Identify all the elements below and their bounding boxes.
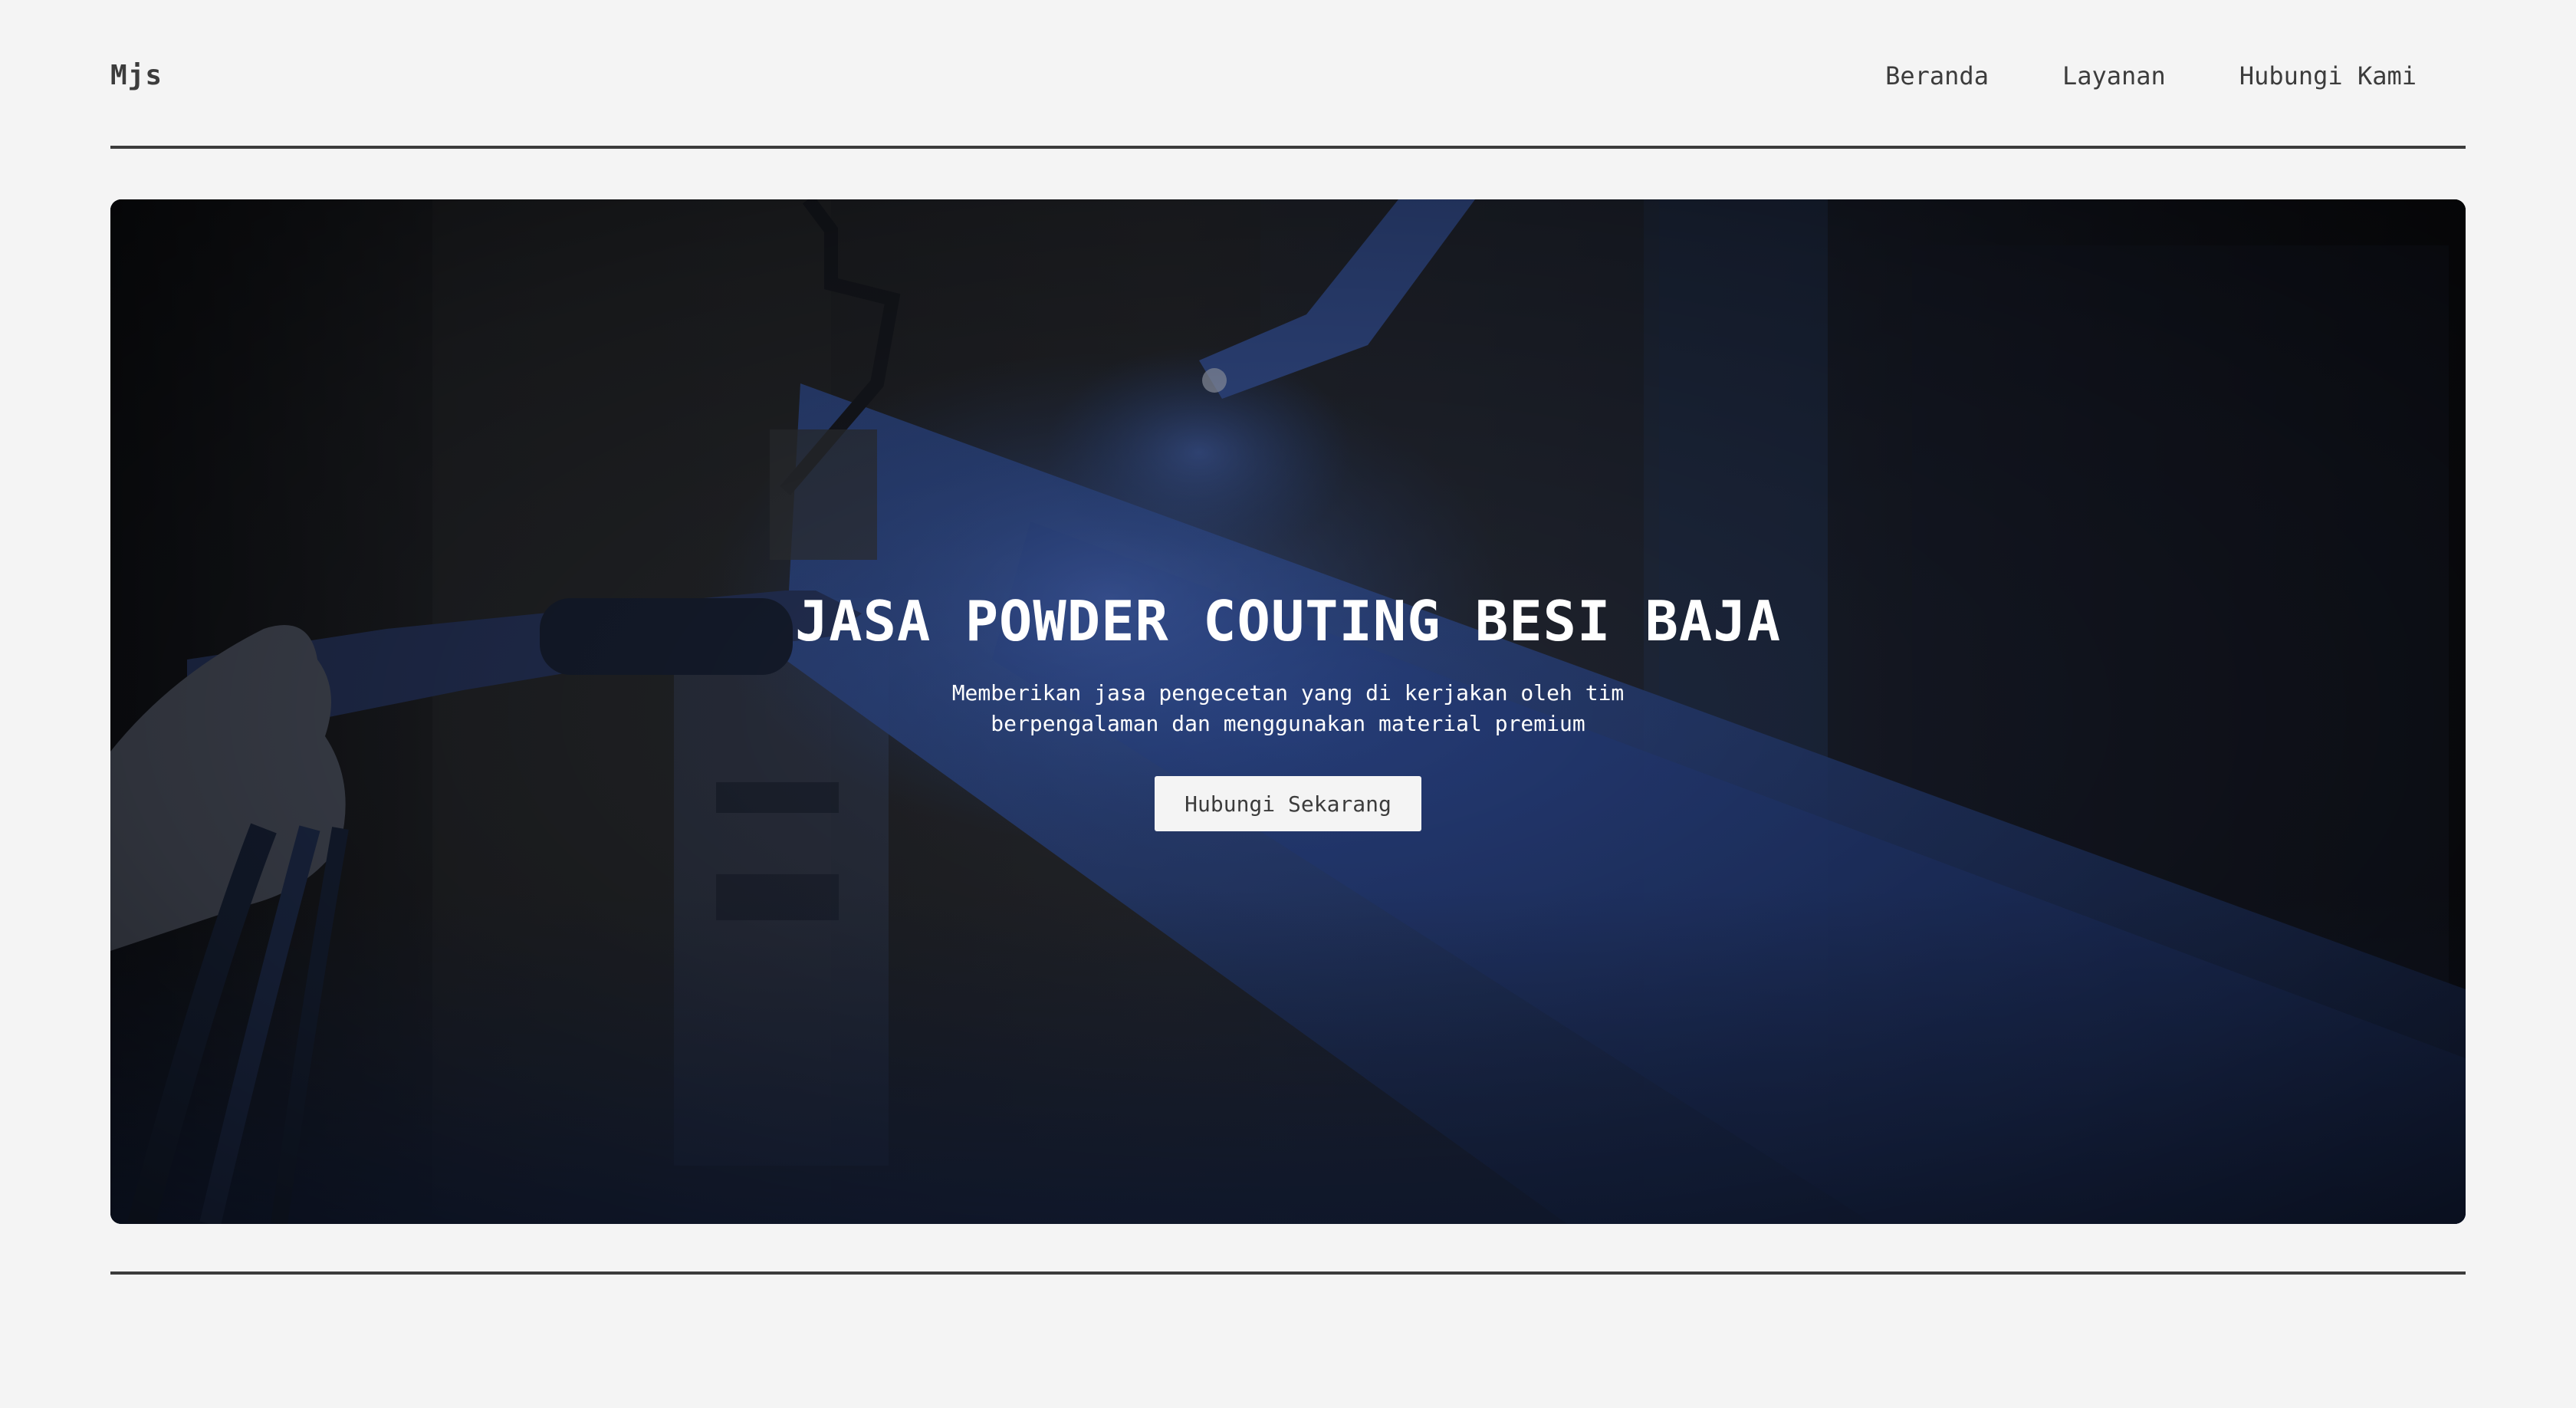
contact-now-button[interactable]: Hubungi Sekarang <box>1155 776 1421 831</box>
hero-subtitle: Memberikan jasa pengecetan yang di kerja… <box>951 680 1625 736</box>
section-divider <box>110 1271 2466 1275</box>
nav-link-hubungi-kami[interactable]: Hubungi Kami <box>2239 61 2417 90</box>
hero-title: JASA POWDER COUTING BESI BAJA <box>794 589 1782 653</box>
main-nav: Beranda Layanan Hubungi Kami <box>1885 61 2417 90</box>
hero-content: JASA POWDER COUTING BESI BAJA Memberikan… <box>110 199 2466 1224</box>
page: Mjs Beranda Layanan Hubungi Kami JASA PO… <box>0 0 2576 1408</box>
hero-banner: JASA POWDER COUTING BESI BAJA Memberikan… <box>110 199 2466 1224</box>
site-logo[interactable]: Mjs <box>110 60 163 91</box>
nav-link-beranda[interactable]: Beranda <box>1885 61 1989 90</box>
nav-link-layanan[interactable]: Layanan <box>2062 61 2166 90</box>
site-header: Mjs Beranda Layanan Hubungi Kami <box>110 0 2466 149</box>
